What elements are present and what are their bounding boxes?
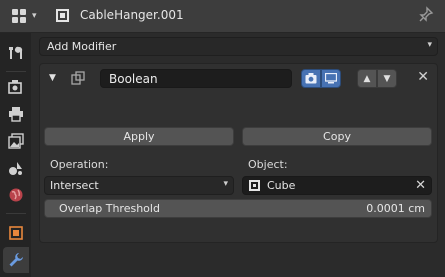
render-tab[interactable]	[3, 74, 29, 100]
move-up-button[interactable]: ▲	[357, 69, 377, 88]
collapse-triangle-icon[interactable]: ▼	[49, 73, 56, 83]
operation-dropdown[interactable]: Intersect ▾	[44, 176, 234, 195]
add-modifier-dropdown[interactable]: Add Modifier ▾	[39, 37, 438, 56]
overlap-threshold-field[interactable]: Overlap Threshold 0.0001 cm	[44, 199, 432, 218]
camera-back-icon	[8, 80, 22, 94]
viewport-toggle[interactable]	[321, 69, 341, 88]
render-toggle[interactable]	[301, 69, 321, 88]
object-icon	[249, 180, 260, 191]
chevron-down-icon: ▾	[223, 179, 228, 189]
object-label: Object:	[248, 158, 288, 171]
object-field[interactable]: Cube ✕	[242, 176, 432, 195]
world-icon	[9, 188, 23, 202]
tool-tab[interactable]	[3, 40, 29, 66]
overlap-threshold-value: 0.0001 cm	[366, 202, 425, 215]
properties-editor-icon	[12, 9, 26, 23]
copy-button[interactable]: Copy	[242, 127, 432, 146]
world-tab[interactable]	[3, 182, 29, 208]
properties-tabs	[0, 33, 31, 277]
object-tab[interactable]	[3, 220, 29, 246]
operation-label: Operation:	[50, 158, 109, 171]
operation-value: Intersect	[50, 179, 99, 192]
object-value: Cube	[267, 179, 296, 192]
boolean-modifier-panel: ▼ Boolean ▲ ▼ ✕ Apply Copy Operation: Ob…	[39, 63, 438, 243]
printer-icon	[9, 107, 23, 122]
scene-tab[interactable]	[3, 155, 29, 181]
triangle-up-icon: ▲	[363, 73, 371, 84]
wrench-icon	[9, 253, 23, 267]
overlap-threshold-label: Overlap Threshold	[59, 202, 160, 215]
modifier-tab[interactable]	[3, 247, 29, 273]
camera-icon	[305, 73, 317, 84]
object-data-icon	[56, 9, 69, 22]
pin-icon[interactable]	[418, 6, 434, 24]
clear-icon[interactable]: ✕	[415, 178, 426, 193]
boolean-modifier-icon	[71, 71, 85, 85]
modifier-name-field[interactable]: Boolean	[100, 69, 292, 88]
object-icon	[9, 226, 23, 240]
properties-header: ▾ CableHanger.001	[0, 0, 445, 33]
modifier-header: ▼ Boolean ▲ ▼ ✕	[40, 64, 437, 92]
editor-type-selector[interactable]: ▾	[8, 5, 42, 27]
scene-icon	[9, 162, 22, 175]
remove-modifier-icon[interactable]: ✕	[417, 69, 429, 85]
add-modifier-label: Add Modifier	[47, 40, 117, 53]
move-down-button[interactable]: ▼	[377, 69, 397, 88]
chevron-down-icon: ▾	[32, 11, 37, 21]
triangle-down-icon: ▼	[383, 73, 391, 84]
apply-button[interactable]: Apply	[44, 127, 234, 146]
object-name: CableHanger.001	[80, 8, 184, 22]
reorder-buttons: ▲ ▼	[357, 69, 397, 88]
visibility-toggles	[301, 69, 341, 88]
wrench-screwdriver-icon	[9, 46, 23, 59]
view-layer-tab[interactable]	[3, 128, 29, 154]
modifier-properties-panel: Add Modifier ▾ ▼ Boolean ▲ ▼ ✕ Apply Cop…	[31, 33, 445, 277]
monitor-icon	[325, 73, 337, 84]
output-tab[interactable]	[3, 101, 29, 127]
chevron-down-icon: ▾	[427, 40, 432, 50]
image-stack-icon	[8, 133, 24, 149]
